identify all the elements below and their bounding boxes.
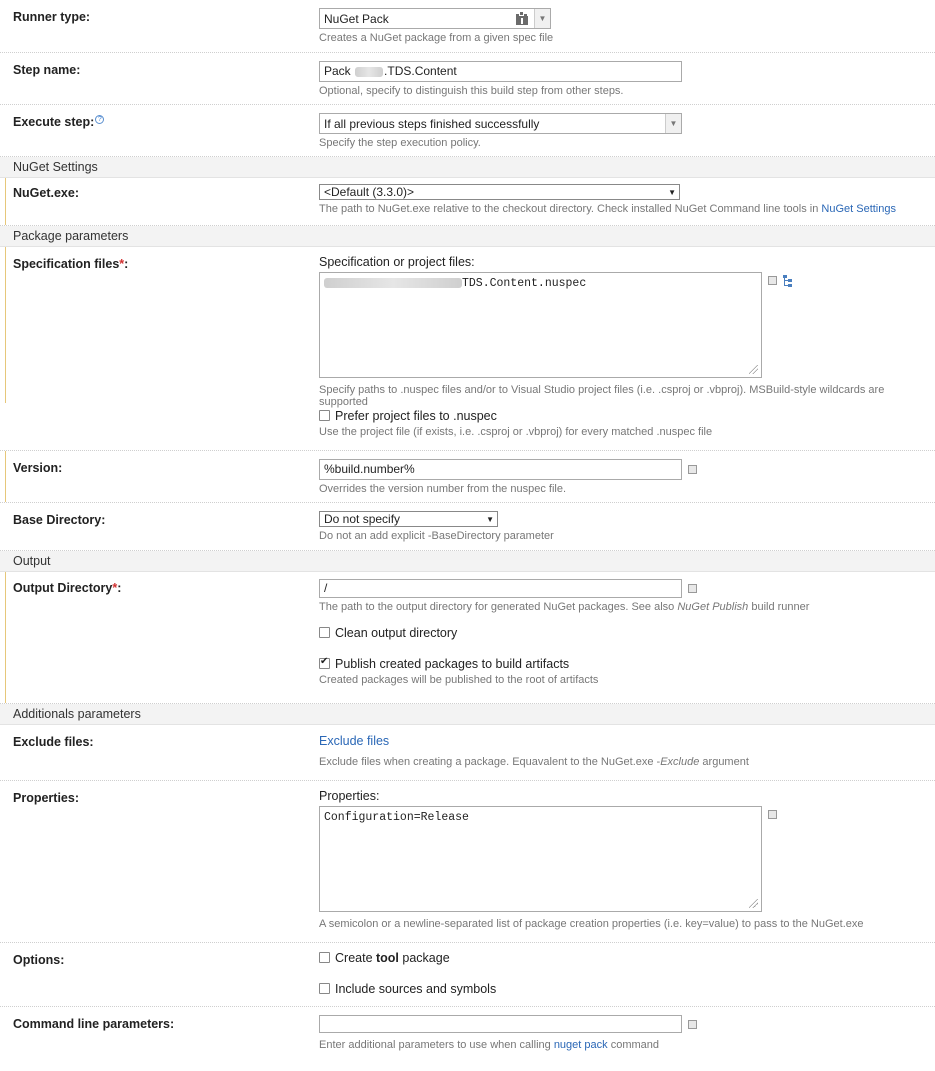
exclude-files-label: Exclude files: (13, 735, 94, 749)
runner-type-label: Runner type: (13, 10, 91, 24)
resize-grip-icon[interactable] (749, 899, 758, 908)
nuget-pack-link[interactable]: nuget pack (554, 1039, 608, 1051)
parameter-picker-icon[interactable] (688, 584, 697, 593)
base-directory-row: Base Directory: Do not specify ▼ Do not … (0, 503, 935, 551)
publish-packages-checkbox[interactable] (319, 656, 330, 669)
output-directory-input[interactable]: / (319, 579, 682, 598)
section-nuget-settings: NuGet Settings (0, 157, 935, 178)
step-name-row: Step name: Pack .TDS.Content Optional, s… (0, 53, 935, 105)
exclude-files-link[interactable]: Exclude files (319, 734, 389, 748)
base-directory-label: Base Directory: (13, 513, 106, 527)
build-step-form: Runner type: NuGet Pack ▼ Creates a NuGe… (0, 0, 935, 1063)
version-input[interactable]: %build.number% (319, 459, 682, 480)
runner-type-hint: Creates a NuGet package from a given spe… (319, 32, 554, 44)
nuget-exe-hint: The path to NuGet.exe relative to the ch… (319, 203, 822, 215)
properties-sublabel: Properties: (319, 789, 380, 803)
clean-output-label: Clean output directory (335, 626, 458, 640)
create-tool-label: Create tool package (335, 951, 450, 965)
section-package-parameters: Package parameters (0, 226, 935, 247)
properties-textarea[interactable]: Configuration=Release (319, 806, 762, 912)
spec-files-textarea[interactable]: TDS.Content.nuspec (319, 272, 762, 378)
version-row: Version: %build.number% Overrides the ve… (0, 451, 935, 503)
nuget-exe-row: NuGet.exe: <Default (3.3.0)> ▼ The path … (0, 178, 935, 226)
caret-down-icon: ▼ (668, 187, 676, 197)
execute-step-value: If all previous steps finished successfu… (324, 116, 540, 131)
spec-files-label: Specification files (13, 257, 120, 271)
version-label: Version: (13, 461, 63, 475)
options-row: Options: Create tool package Include sou… (0, 943, 935, 1007)
tree-picker-icon[interactable] (782, 275, 794, 287)
create-tool-checkbox[interactable] (319, 952, 330, 963)
parameter-picker-icon[interactable] (688, 465, 697, 474)
runner-type-row: Runner type: NuGet Pack ▼ Creates a NuGe… (0, 0, 935, 53)
step-name-input[interactable]: Pack .TDS.Content (319, 61, 682, 82)
package-icon (515, 12, 529, 26)
execute-step-hint: Specify the step execution policy. (319, 137, 481, 149)
prefer-project-label: Prefer project files to .nuspec (335, 409, 497, 423)
step-name-label: Step name: (13, 63, 81, 77)
base-directory-value: Do not specify (324, 512, 401, 526)
spec-files-row: Specification files*: Specification or p… (0, 247, 935, 408)
help-icon[interactable]: ? (95, 115, 105, 124)
exclude-files-hint: Exclude files when creating a package. E… (319, 756, 661, 768)
section-output: Output (0, 551, 935, 572)
step-name-hint: Optional, specify to distinguish this bu… (319, 85, 624, 97)
cmdline-hint: Enter additional parameters to use when … (319, 1039, 554, 1051)
resize-grip-icon[interactable] (749, 365, 758, 374)
base-directory-hint: Do not an add explicit -BaseDirectory pa… (319, 530, 554, 542)
publish-packages-label: Publish created packages to build artifa… (335, 657, 570, 671)
output-directory-hint: The path to the output directory for gen… (319, 601, 678, 613)
output-directory-label: Output Directory (13, 581, 113, 595)
chevron-down-icon[interactable]: ▼ (534, 9, 550, 28)
base-directory-select[interactable]: Do not specify ▼ (319, 511, 498, 527)
nuget-exe-value: <Default (3.3.0)> (324, 185, 415, 199)
redacted-text (355, 66, 384, 77)
properties-row: Properties: Properties: Configuration=Re… (0, 781, 935, 943)
cmdline-input[interactable] (319, 1015, 682, 1033)
redacted-text (324, 277, 462, 288)
execute-step-label: Execute step: (13, 115, 95, 130)
options-label: Options: (13, 953, 65, 967)
caret-down-icon: ▼ (486, 514, 494, 524)
execute-step-row: Execute step:? If all previous steps fin… (0, 105, 935, 157)
include-symbols-label: Include sources and symbols (335, 982, 497, 996)
properties-label: Properties: (13, 791, 79, 805)
properties-hint: A semicolon or a newline-separated list … (319, 918, 864, 930)
prefer-project-hint: Use the project file (if exists, i.e. .c… (319, 426, 713, 438)
exclude-files-row: Exclude files: Exclude files Exclude fil… (0, 725, 935, 781)
nuget-exe-select[interactable]: <Default (3.3.0)> ▼ (319, 184, 680, 200)
execute-step-select[interactable]: If all previous steps finished successfu… (319, 113, 682, 134)
cmdline-label: Command line parameters: (13, 1017, 175, 1031)
chevron-down-icon[interactable]: ▼ (665, 114, 681, 133)
include-symbols-checkbox[interactable] (319, 983, 330, 994)
spec-files-sublabel: Specification or project files: (319, 255, 475, 269)
nuget-exe-label: NuGet.exe: (13, 186, 79, 200)
output-directory-row: Output Directory*: / The path to the out… (0, 572, 935, 704)
parameter-picker-icon[interactable] (768, 276, 777, 285)
parameter-picker-icon[interactable] (768, 810, 777, 819)
prefer-project-checkbox[interactable] (319, 410, 330, 421)
cmdline-row: Command line parameters: Enter additiona… (0, 1007, 935, 1063)
runner-type-select[interactable]: NuGet Pack ▼ (319, 8, 551, 29)
clean-output-checkbox[interactable] (319, 627, 330, 638)
version-hint: Overrides the version number from the nu… (319, 483, 567, 495)
publish-packages-hint: Created packages will be published to th… (319, 674, 599, 686)
section-additional: Additionals parameters (0, 704, 935, 725)
runner-type-value: NuGet Pack (324, 11, 389, 26)
parameter-picker-icon[interactable] (688, 1019, 697, 1029)
prefer-project-row: Prefer project files to .nuspec Use the … (0, 403, 935, 451)
nuget-settings-link[interactable]: NuGet Settings (821, 203, 896, 215)
